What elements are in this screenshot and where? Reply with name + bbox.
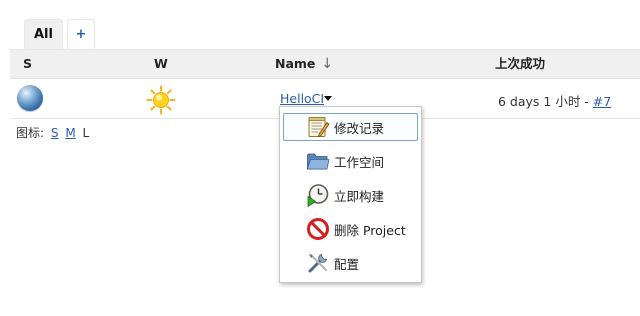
add-view-tab[interactable]: + (67, 19, 95, 49)
last-success-cell: 6 days 1 小时 - #7 (498, 91, 611, 110)
icon-size-label: 图标: (16, 126, 45, 140)
menu-item-label: 配置 (334, 256, 360, 272)
menu-item-changes[interactable]: 修改记录 (283, 113, 418, 141)
icon-size-legend: 图标: S M L (16, 124, 89, 141)
last-success-time: 6 days 1 小时 - (498, 94, 593, 109)
menu-item-label: 删除 Project (334, 222, 406, 238)
sunny-weather-icon (146, 85, 176, 115)
column-status[interactable]: S (23, 50, 32, 78)
menu-item-label: 立即构建 (334, 188, 385, 204)
menu-item-label: 工作空间 (334, 154, 385, 170)
folder-icon (306, 153, 330, 170)
jenkins-dashboard: All + S W Name ↓ 上次成功 HelloCI 6 days 1 小… (0, 0, 640, 316)
job-link-helloci[interactable]: HelloCI (280, 91, 324, 106)
job-context-menu: 修改记录 工作空间 立即构建 删除 Project 配置 (279, 106, 422, 283)
view-tabs: All + (24, 19, 99, 49)
tab-all[interactable]: All (24, 19, 63, 49)
icon-size-small-link[interactable]: S (51, 126, 59, 140)
build-now-icon (307, 184, 329, 207)
changes-icon (308, 117, 330, 138)
job-table-header: S W Name ↓ 上次成功 (10, 49, 640, 79)
menu-item-delete-project[interactable]: 删除 Project (283, 215, 418, 243)
column-weather[interactable]: W (154, 50, 168, 78)
blue-status-ball-icon (17, 85, 43, 111)
column-name-label: Name (275, 56, 316, 71)
icon-size-large-current: L (82, 126, 90, 140)
column-name[interactable]: Name ↓ (275, 50, 333, 78)
menu-item-workspace[interactable]: 工作空间 (283, 147, 418, 175)
sort-descending-icon: ↓ (321, 56, 334, 72)
column-last-success[interactable]: 上次成功 (495, 50, 545, 78)
icon-size-medium-link[interactable]: M (65, 126, 75, 140)
configure-icon (308, 253, 328, 273)
menu-item-build-now[interactable]: 立即构建 (283, 181, 418, 209)
job-menu-dropdown-icon[interactable] (324, 96, 332, 101)
delete-icon (307, 218, 329, 240)
build-number-link[interactable]: #7 (593, 94, 611, 109)
menu-item-configure[interactable]: 配置 (283, 249, 418, 277)
menu-item-label: 修改记录 (334, 120, 385, 136)
